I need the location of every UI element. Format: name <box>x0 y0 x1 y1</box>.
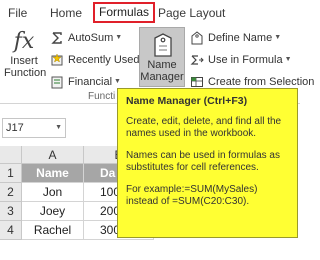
tooltip-description: Create, edit, delete, and find all the n… <box>126 116 282 139</box>
row-header-3[interactable]: 3 <box>0 202 22 221</box>
name-box[interactable]: J17 ▼ <box>2 118 66 138</box>
tab-page-layout[interactable]: Page Layout <box>158 4 225 22</box>
recently-used-label: Recently Used <box>68 54 140 66</box>
insert-function-button[interactable]: fx Insert Function <box>4 29 47 79</box>
autosum-button[interactable]: AutoSum ▼ <box>50 29 136 47</box>
formula-icon <box>190 55 204 65</box>
tab-home[interactable]: Home <box>50 4 82 22</box>
name-manager-label-line2: Manager <box>140 71 184 83</box>
function-library-group-label: Functi <box>88 91 116 102</box>
tag-icon <box>154 33 172 57</box>
select-all-corner[interactable] <box>0 146 22 164</box>
star-book-icon <box>51 53 63 66</box>
ribbon-tabs: File Home Formulas Page Layout <box>0 0 300 24</box>
recently-used-button[interactable]: Recently Used▼ <box>50 51 148 69</box>
chevron-down-icon: ▼ <box>274 34 282 42</box>
tooltip-example-line2: instead of =SUM(C20:C30). <box>126 196 250 207</box>
insert-function-label-line1: Insert <box>10 55 38 67</box>
tab-formulas[interactable]: Formulas <box>93 2 156 23</box>
chevron-down-icon: ▼ <box>284 56 292 64</box>
row-header-2[interactable]: 2 <box>0 183 22 202</box>
tooltip-title: Name Manager (Ctrl+F3) <box>126 95 248 107</box>
tooltip-example-line1: For example:=SUM(MySales) <box>126 184 258 195</box>
book-icon <box>51 76 63 89</box>
insert-function-label-line2: Function <box>4 67 47 79</box>
name-manager-button[interactable]: Name Manager <box>139 27 185 87</box>
fx-icon: fx <box>13 29 35 54</box>
use-in-formula-button[interactable]: Use in Formula ▼ <box>190 51 300 69</box>
name-manager-tooltip: Name Manager (Ctrl+F3) Create, edit, del… <box>117 88 298 238</box>
function-library-list: AutoSum▼ Recently Used▼ Financial▼ <box>50 29 148 95</box>
define-name-label: Define Name <box>208 32 273 44</box>
autosum-label: AutoSum <box>68 32 114 44</box>
tab-file[interactable]: File <box>8 4 27 22</box>
tooltip-example: For example:=SUM(MySales) instead of =SU… <box>126 184 289 208</box>
financial-label: Financial <box>68 76 113 88</box>
cell-a2[interactable]: Jon <box>22 183 84 202</box>
tooltip-names-note: Names can be used in formulas as substit… <box>126 150 280 173</box>
chevron-down-icon: ▼ <box>115 34 123 42</box>
column-header-a[interactable]: A <box>22 146 84 164</box>
row-header-1[interactable]: 1 <box>0 164 22 183</box>
define-name-button[interactable]: Define Name ▼ <box>190 29 300 47</box>
cell-a1[interactable]: Name <box>22 164 84 183</box>
chevron-down-icon[interactable]: ▼ <box>55 119 62 137</box>
tag-small-icon <box>191 31 203 45</box>
cell-a3[interactable]: Joey <box>22 202 84 221</box>
row-header-4[interactable]: 4 <box>0 221 22 240</box>
defined-names-list: Define Name ▼ Use in Formula ▼ Create from… <box>190 29 314 95</box>
sigma-icon <box>51 32 62 44</box>
use-in-formula-label: Use in Formula <box>208 54 283 66</box>
chevron-down-icon: ▼ <box>114 78 121 86</box>
name-manager-label-line1: Name <box>147 59 177 71</box>
grid-icon <box>191 77 203 87</box>
name-box-value: J17 <box>6 122 24 134</box>
cell-a4[interactable]: Rachel <box>22 221 84 240</box>
